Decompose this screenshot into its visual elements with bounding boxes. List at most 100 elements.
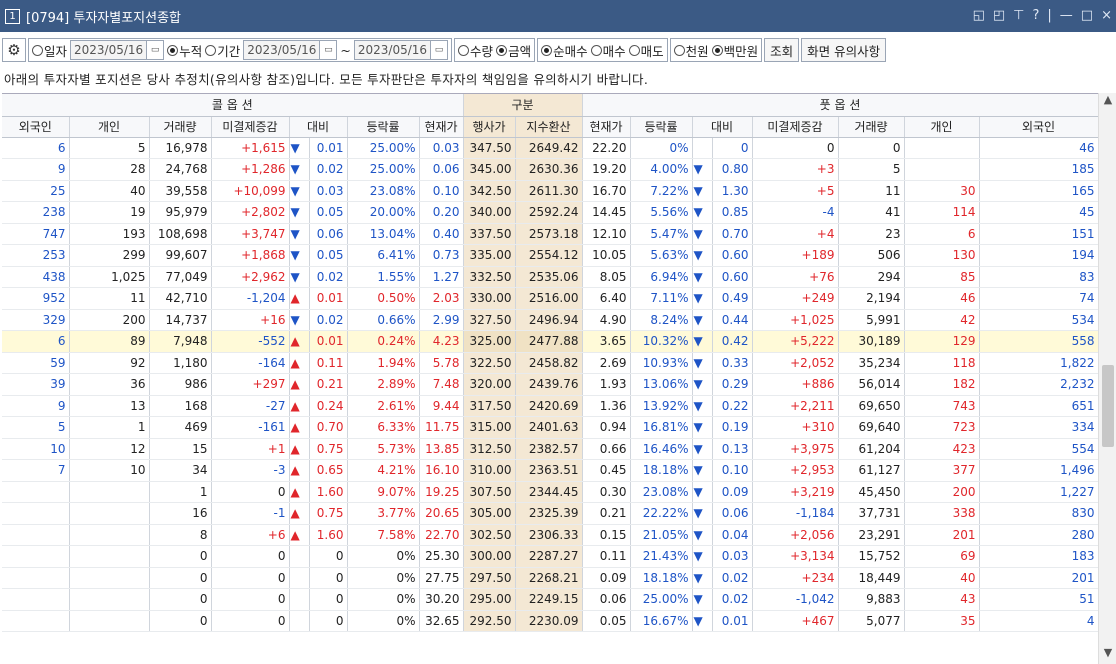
radio-buy[interactable]: 매수 [590, 41, 626, 60]
col-header[interactable]: 개인 [904, 116, 980, 138]
table-row[interactable]: 9 28 24,768 +1,286 ▼ 0.02 25.00% 0.06 345.00 2630… [2, 158, 1098, 181]
table-cell: 201 [979, 567, 1098, 589]
radio-quantity[interactable]: 수량 [458, 41, 493, 60]
tile-icon[interactable]: ◰ [993, 8, 1005, 23]
col-header[interactable]: 대비 [289, 116, 348, 138]
close-icon[interactable]: × [1101, 8, 1112, 23]
gear-icon[interactable]: ⚙ [2, 38, 26, 62]
table-cell: +886 [752, 373, 839, 396]
minimize-icon[interactable]: — [1060, 8, 1073, 23]
table-row[interactable]: 253 299 99,607 +1,868 ▼ 0.05 6.41% 0.73 335.00 25… [2, 244, 1098, 267]
scroll-up-icon[interactable]: ▲ [1099, 93, 1116, 111]
table-row[interactable]: 0 0 0 0% 25.30 300.00 2287.27 0.11 21.43% ▼ 0.03 +3… [2, 545, 1098, 568]
table-row[interactable]: 39 36 986 +297 ▲ 0.21 2.89% 7.48 320.00 2439.76 1.… [2, 373, 1098, 396]
table-cell: 335.00 [463, 244, 516, 267]
date-field-3[interactable]: 2023/05/16 ▭ [353, 40, 449, 60]
vertical-scrollbar[interactable]: ▲ ▼ [1098, 93, 1116, 664]
table-cell: 0.60 [712, 244, 753, 267]
scroll-thumb[interactable] [1102, 365, 1114, 447]
table-cell: 0.70 [712, 223, 753, 245]
table-cell: +1,615 [211, 137, 290, 159]
table-row[interactable]: 5 1 469 -161 ▲ 0.70 6.33% 11.75 315.00 2401.63 0.9… [2, 416, 1098, 439]
radio-period[interactable]: 기간 [205, 41, 240, 60]
table-row[interactable]: 747 193 108,698 +3,747 ▼ 0.06 13.04% 0.40 337.50… [2, 223, 1098, 245]
table-cell: 0.10 [712, 459, 753, 482]
maximize-icon[interactable]: □ [1081, 8, 1093, 23]
table-cell: ▲ [289, 330, 310, 353]
table-cell [289, 610, 310, 632]
col-header[interactable]: 지수환산 [515, 116, 583, 138]
table-row[interactable]: 952 11 42,710 -1,204 ▲ 0.01 0.50% 2.03 330.00 251… [2, 287, 1098, 310]
table-cell: 10.05 [582, 244, 631, 267]
table-cell: -164 [211, 352, 290, 374]
col-header[interactable]: 대비 [692, 116, 753, 138]
radio-thousand-won[interactable]: 천원 [673, 41, 709, 60]
table-cell: 238 [2, 201, 70, 224]
table-cell [289, 567, 310, 589]
col-header[interactable]: 등락률 [347, 116, 420, 138]
radio-cumulative[interactable]: 누적 [167, 41, 202, 60]
col-header[interactable]: 미결제증감 [211, 116, 290, 138]
query-button[interactable]: 조회 [764, 38, 800, 62]
col-header[interactable]: 거래량 [838, 116, 905, 138]
col-header[interactable]: 외국인 [979, 116, 1098, 138]
table-cell: 182 [904, 373, 980, 396]
table-row[interactable]: 1 0 ▲ 1.60 9.07% 19.25 307.50 2344.45 0.30 23.08%… [2, 481, 1098, 503]
table-row[interactable]: 329 200 14,737 +16 ▼ 0.02 0.66% 2.99 327.50 2496.… [2, 309, 1098, 331]
col-header[interactable]: 행사가 [463, 116, 516, 138]
table-row[interactable]: 7 10 34 -3 ▲ 0.65 4.21% 16.10 310.00 2363.51 0.45 1… [2, 459, 1098, 482]
table-cell: 0.03 [419, 137, 464, 159]
date-field-1[interactable]: 2023/05/16 ▭ [70, 40, 165, 60]
scroll-down-icon[interactable]: ▼ [1099, 646, 1116, 664]
table-cell: 253 [2, 244, 70, 267]
table-row[interactable]: 16 -1 ▲ 0.75 3.77% 20.65 305.00 2325.39 0.21 22.2… [2, 502, 1098, 525]
col-header[interactable]: 현재가 [419, 116, 464, 138]
table-row[interactable]: 0 0 0 0% 32.65 292.50 2230.09 0.05 16.67% ▼ 0.01 +4… [2, 610, 1098, 632]
table-cell: ▼ [289, 158, 310, 181]
col-header[interactable]: 미결제증감 [752, 116, 839, 138]
table-cell: 13.92% [630, 395, 693, 417]
radio-million-won[interactable]: 백만원 [711, 41, 758, 60]
col-header[interactable]: 외국인 [2, 116, 70, 138]
table-row[interactable]: 0 0 0 0% 27.75 297.50 2268.21 0.09 18.18% ▼ 0.02 +2… [2, 567, 1098, 589]
col-header[interactable]: 개인 [69, 116, 150, 138]
col-header[interactable]: 현재가 [582, 116, 631, 138]
table-row[interactable]: 0 0 0 0% 30.20 295.00 2249.15 0.06 25.00% ▼ 0.02 -1… [2, 588, 1098, 611]
table-cell: 59 [2, 352, 70, 374]
table-cell [2, 481, 70, 503]
calendar-icon[interactable]: ▭ [319, 41, 337, 59]
table-row[interactable]: 438 1,025 77,049 +2,962 ▼ 0.02 1.55% 1.27 332.50… [2, 266, 1098, 288]
table-cell: 11.75 [419, 416, 464, 439]
col-header[interactable]: 등락률 [630, 116, 693, 138]
table-cell: ▼ [692, 180, 713, 202]
table-cell [2, 588, 70, 611]
table-cell: 46 [979, 137, 1098, 159]
table-cell: +76 [752, 266, 839, 288]
notes-button[interactable]: 화면 유의사항 [801, 38, 887, 62]
table-row[interactable]: 6 89 7,948 -552 ▲ 0.01 0.24% 4.23 325.00 2477.88 3… [2, 330, 1098, 353]
help-icon[interactable]: ? [1033, 8, 1040, 23]
calendar-icon[interactable]: ▭ [146, 41, 164, 59]
table-cell: 21.05% [630, 524, 693, 546]
radio-date[interactable]: 일자 [32, 41, 67, 60]
radio-amount[interactable]: 금액 [496, 41, 531, 60]
col-header[interactable]: 거래량 [149, 116, 212, 138]
pin-icon[interactable]: ⊤ [1013, 8, 1024, 23]
table-row[interactable]: 8 +6 ▲ 1.60 7.58% 22.70 302.50 2306.33 0.15 21.05… [2, 524, 1098, 546]
restore-icon[interactable]: ◱ [973, 8, 985, 23]
table-cell: 5 [838, 158, 905, 181]
table-row[interactable]: 59 92 1,180 -164 ▲ 0.11 1.94% 5.78 322.50 2458.82… [2, 352, 1098, 374]
radio-sell[interactable]: 매도 [628, 41, 664, 60]
table-cell: 0.04 [712, 524, 753, 546]
table-cell: 2287.27 [515, 545, 583, 568]
table-row[interactable]: 10 12 15 +1 ▲ 0.75 5.73% 13.85 312.50 2382.57 0.66… [2, 438, 1098, 460]
table-row[interactable]: 6 5 16,978 +1,615 ▼ 0.01 25.00% 0.03 347.50 2649.… [2, 137, 1098, 159]
date-field-2[interactable]: 2023/05/16 ▭ [243, 40, 338, 60]
calendar-icon[interactable]: ▭ [430, 41, 448, 59]
table-row[interactable]: 9 13 168 -27 ▲ 0.24 2.61% 9.44 317.50 2420.69 1.36… [2, 395, 1098, 417]
table-cell: 0 [211, 567, 290, 589]
table-row[interactable]: 238 19 95,979 +2,802 ▼ 0.05 20.00% 0.20 340.00 25… [2, 201, 1098, 224]
radio-net-buy[interactable]: 순매수 [541, 41, 588, 60]
table-row[interactable]: 25 40 39,558 +10,099 ▼ 0.03 23.08% 0.10 342.50 26… [2, 180, 1098, 202]
table-cell: 18,449 [838, 567, 905, 589]
